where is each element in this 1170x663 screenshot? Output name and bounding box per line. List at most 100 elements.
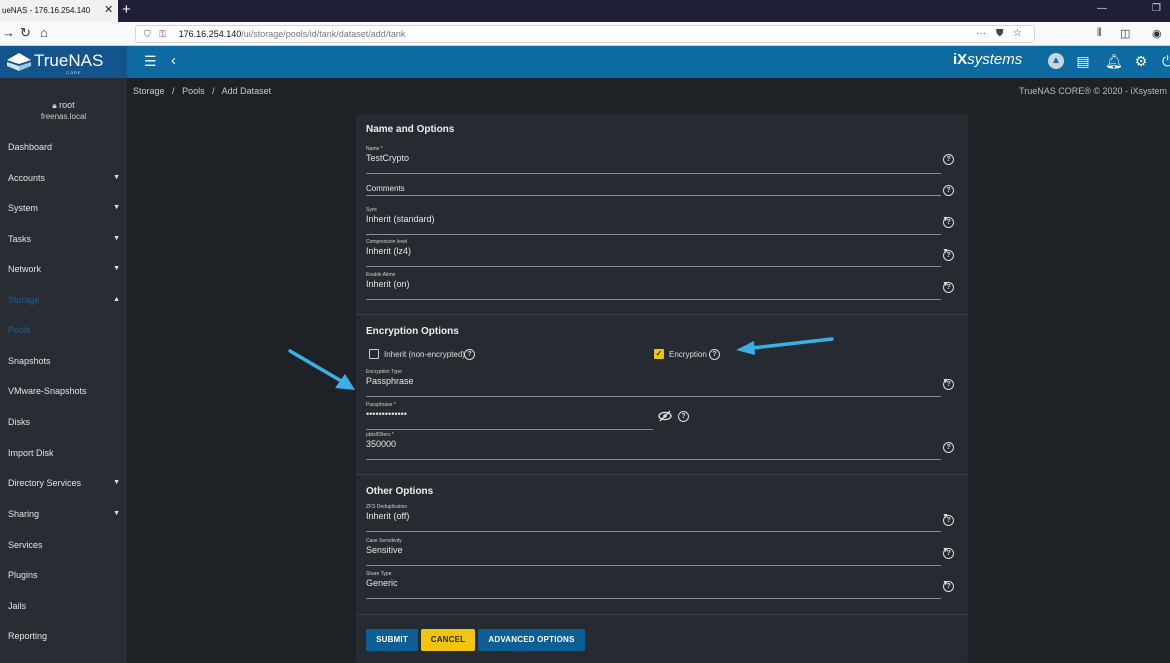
atime-select[interactable]: Enable Atime Inherit (on) ▼ — [366, 272, 949, 300]
field-underline — [366, 195, 941, 196]
sidebar-item-services[interactable]: Services — [8, 540, 120, 556]
help-icon[interactable]: ? — [943, 581, 954, 592]
comments-field[interactable]: Comments — [366, 178, 941, 196]
sidebar-item-reporting[interactable]: Reporting — [8, 631, 120, 647]
truenas-logo[interactable]: TrueNAS CORE — [0, 46, 127, 78]
sidebar-item-snapshots[interactable]: Snapshots — [8, 356, 120, 372]
name-field[interactable]: Name * TestCrypto — [366, 146, 941, 174]
field-underline — [366, 396, 941, 397]
browser-tab-bar: ueNAS - 176.16.254.140 ✕ + — ❐ — [0, 0, 1170, 22]
caret-down-icon: ▼ — [113, 265, 120, 272]
reload-icon[interactable]: ↻ — [20, 25, 31, 41]
library-icon[interactable]: ⫴ — [1097, 27, 1102, 40]
sidebar-item-label: Services — [8, 540, 43, 550]
name-label: Name * — [366, 146, 383, 152]
breadcrumb-pools[interactable]: Pools — [182, 86, 205, 96]
help-icon[interactable]: ? — [943, 185, 954, 196]
field-underline — [366, 299, 941, 300]
compression-value: Inherit (lz4) — [366, 246, 412, 256]
help-icon[interactable]: ? — [943, 217, 954, 228]
caret-down-icon: ▼ — [113, 204, 120, 211]
sidebar-item-plugins[interactable]: Plugins — [8, 570, 120, 586]
gear-icon[interactable]: ⚙ — [1133, 53, 1149, 69]
sidebar-item-import-disk[interactable]: Import Disk — [8, 448, 120, 464]
page-actions-icon[interactable]: ··· — [976, 28, 986, 39]
url-path: /ui/storage/pools/id/tank/dataset/add/ta… — [241, 29, 406, 39]
advanced-options-button[interactable]: ADVANCED OPTIONS — [478, 629, 585, 651]
encryption-checkbox-label[interactable]: Encryption — [669, 350, 707, 359]
sidebar-item-storage[interactable]: Storage ▲ — [8, 295, 120, 311]
passphrase-input[interactable]: Passphrase * ••••••••••••• — [366, 402, 653, 430]
url-bar[interactable]: ⛉ ⚿ 176.16.254.140/ui/storage/pools/id/t… — [135, 25, 1035, 43]
compression-label: Compression level — [366, 239, 408, 245]
submit-button[interactable]: SUBMIT — [366, 629, 418, 651]
encryption-checkbox[interactable]: ✓ — [654, 349, 664, 359]
help-icon[interactable]: ? — [464, 349, 475, 360]
share-type-select[interactable]: Share Type Generic ▼ — [366, 571, 949, 599]
restore-icon[interactable]: ❐ — [1152, 3, 1161, 14]
help-icon[interactable]: ? — [943, 515, 954, 526]
sidebar-toggle-icon[interactable]: ◫ — [1120, 27, 1130, 40]
help-icon[interactable]: ? — [943, 154, 954, 165]
minimize-icon[interactable]: — — [1097, 3, 1107, 14]
breadcrumb-storage[interactable]: Storage — [133, 86, 165, 96]
compression-select[interactable]: Compression level Inherit (lz4) ▼ — [366, 239, 949, 267]
field-underline — [366, 531, 941, 532]
sidebar-item-label: Network — [8, 264, 42, 274]
sidebar-user: 🔒︎ root — [0, 100, 127, 111]
case-sensitivity-select[interactable]: Case Sensitivity Sensitive ▼ — [366, 538, 949, 566]
inherit-checkbox-label[interactable]: Inherit (non-encrypted) — [384, 350, 465, 359]
case-sensitivity-value: Sensitive — [366, 545, 403, 555]
encryption-type-select[interactable]: Encryption Type Passphrase ▼ — [366, 369, 949, 397]
sidebar-item-sharing[interactable]: Sharing ▼ — [8, 509, 120, 525]
help-icon[interactable]: ? — [709, 349, 720, 360]
caret-up-icon: ▲ — [113, 296, 120, 303]
sidebar-item-tasks[interactable]: Tasks ▼ — [8, 234, 120, 250]
sidebar-item-label: Disks — [8, 417, 30, 427]
section-divider — [356, 474, 968, 475]
sync-select[interactable]: Sync Inherit (standard) ▼ — [366, 207, 949, 235]
encryption-type-value: Passphrase — [366, 376, 414, 386]
new-tab-icon[interactable]: + — [122, 1, 131, 18]
pocket-icon[interactable]: ⛊ — [996, 28, 1004, 39]
clipboard-icon[interactable]: ▤ — [1075, 53, 1091, 69]
logo-text: TrueNAS — [34, 51, 104, 70]
visibility-off-icon[interactable] — [658, 410, 672, 422]
sidebar-item-label: VMware-Snapshots — [8, 386, 87, 396]
bell-icon[interactable]: 🔔︎ — [1105, 53, 1123, 69]
pbkdf2iters-input[interactable]: pbkdf2iters * 350000 — [366, 432, 941, 460]
sidebar-item-directory-services[interactable]: Directory Services ▼ — [8, 478, 120, 494]
account-icon[interactable]: ◉ — [1152, 27, 1162, 40]
cancel-button[interactable]: CANCEL — [421, 629, 475, 651]
truecommand-icon[interactable]: ▲ — [1048, 53, 1064, 69]
chevron-left-icon[interactable]: ‹ — [171, 52, 176, 69]
help-icon[interactable]: ? — [678, 411, 689, 422]
home-icon[interactable]: ⌂ — [40, 25, 48, 40]
sidebar-item-label: Storage — [8, 295, 40, 305]
sidebar-item-pools[interactable]: Pools — [8, 325, 120, 341]
inherit-checkbox[interactable] — [369, 349, 379, 359]
sidebar-item-label: Plugins — [8, 570, 38, 580]
help-icon[interactable]: ? — [943, 379, 954, 390]
ixsystems-logo[interactable]: iXsystems — [953, 51, 1022, 68]
menu-icon[interactable]: ☰ — [144, 53, 157, 70]
help-icon[interactable]: ? — [943, 250, 954, 261]
sidebar-item-jails[interactable]: Jails — [8, 601, 120, 617]
help-icon[interactable]: ? — [943, 282, 954, 293]
bookmark-star-icon[interactable]: ☆ — [1013, 28, 1022, 39]
help-icon[interactable]: ? — [943, 442, 954, 453]
sidebar-item-network[interactable]: Network ▼ — [8, 264, 120, 280]
close-tab-icon[interactable]: ✕ — [104, 3, 113, 16]
sidebar-item-accounts[interactable]: Accounts ▼ — [8, 173, 120, 189]
power-icon[interactable]: ⏻ — [1162, 53, 1170, 69]
sidebar-item-dashboard[interactable]: Dashboard — [8, 142, 120, 158]
truenas-logo-icon — [7, 53, 31, 71]
sidebar-item-system[interactable]: System ▼ — [8, 203, 120, 219]
dedup-value: Inherit (off) — [366, 511, 410, 521]
help-icon[interactable]: ? — [943, 548, 954, 559]
sidebar-item-disks[interactable]: Disks — [8, 417, 120, 433]
dedup-select[interactable]: ZFS Deduplication Inherit (off) ▼ — [366, 504, 949, 532]
sidebar-item-vmware-snapshots[interactable]: VMware-Snapshots — [8, 386, 120, 402]
forward-icon[interactable]: → — [2, 25, 15, 40]
browser-tab[interactable]: ueNAS - 176.16.254.140 ✕ — [0, 0, 118, 22]
